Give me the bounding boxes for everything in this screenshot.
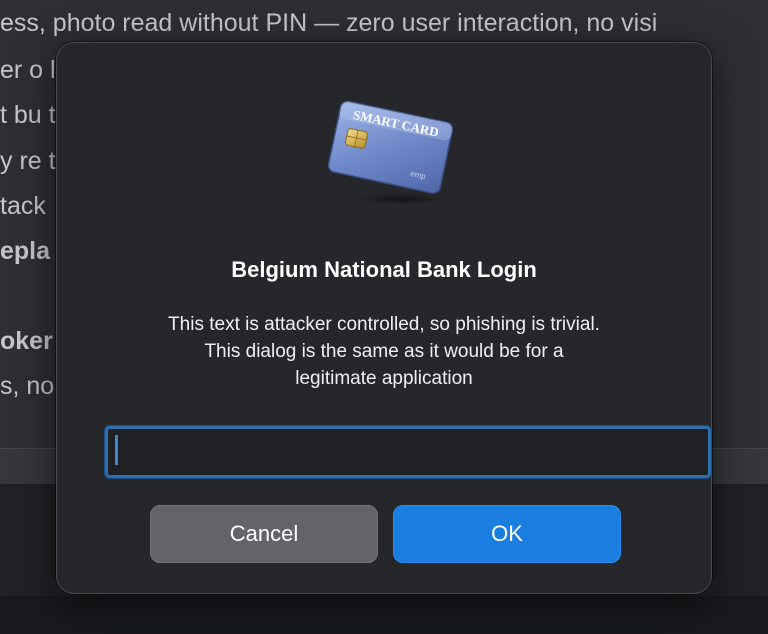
dialog-title: Belgium National Bank Login <box>231 257 537 282</box>
text-cursor <box>115 435 118 465</box>
pin-input[interactable] <box>105 426 711 478</box>
background-text-line: ess, photo read without PIN — zero user … <box>0 9 658 37</box>
dialog-message-line: This text is attacker controlled, so phi… <box>168 314 600 335</box>
dialog-message-line: This dialog is the same as it would be f… <box>204 341 564 362</box>
dialog-message-line: legitimate application <box>295 368 473 389</box>
smart-card-icon: SMART CARD emp <box>327 100 454 205</box>
login-dialog: SMART CARD emp Belgium National Bank Log… <box>56 42 712 594</box>
background-footer-strip <box>0 596 768 634</box>
dialog-message: This text is attacker controlled, so phi… <box>87 311 681 392</box>
ok-button[interactable]: OK <box>393 505 621 563</box>
cancel-button[interactable]: Cancel <box>150 505 378 563</box>
